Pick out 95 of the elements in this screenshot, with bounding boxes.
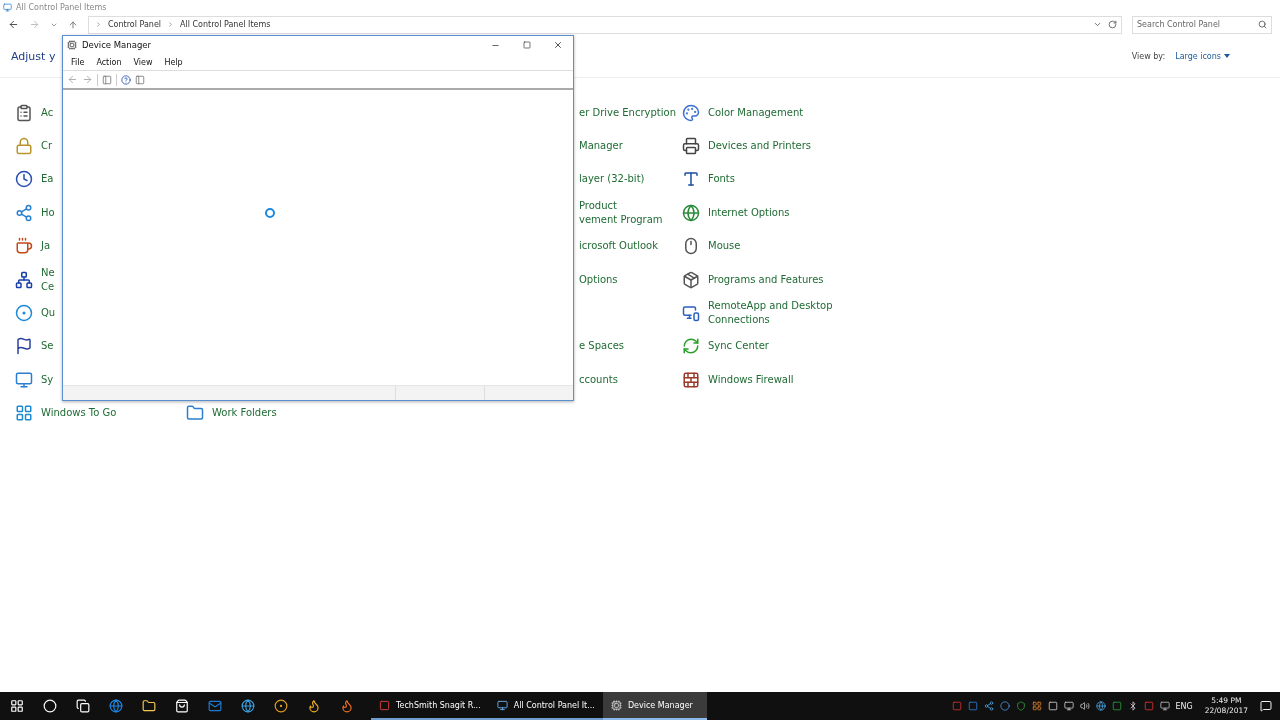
console-tree-button[interactable] <box>102 74 112 85</box>
breadcrumb-item[interactable]: Control Panel <box>108 20 162 29</box>
address-bar[interactable]: Control Panel All Control Panel Items <box>88 15 1122 34</box>
bag-icon <box>174 699 189 713</box>
control-panel-link[interactable]: Options <box>579 272 618 287</box>
control-panel-link[interactable]: Internet Options <box>708 205 790 220</box>
help-icon <box>121 74 131 85</box>
notification-icon[interactable] <box>1260 700 1272 712</box>
control-panel-link[interactable]: Programs and Features <box>708 272 824 287</box>
control-panel-link[interactable]: Se <box>41 339 54 354</box>
flag-icon <box>14 336 34 357</box>
control-panel-link[interactable]: Color Management <box>708 105 804 120</box>
control-panel-link[interactable]: Manager <box>579 139 623 154</box>
chevron-icon[interactable] <box>1093 20 1102 29</box>
window-title: Device Manager <box>82 40 152 50</box>
app-icon[interactable] <box>1143 701 1154 711</box>
globe-icon <box>681 202 701 223</box>
forward-icon <box>82 74 93 85</box>
up-icon[interactable] <box>68 19 78 30</box>
view-by-label: View by: <box>1131 51 1166 61</box>
view-by-dropdown[interactable]: Large icons <box>1175 51 1230 61</box>
caret-icon <box>1224 54 1230 58</box>
browser-icon <box>108 699 123 713</box>
control-panel-link[interactable]: Ea <box>41 172 54 187</box>
menu-item[interactable]: Action <box>90 57 128 67</box>
lock-icon <box>14 136 34 157</box>
action-pane-button[interactable] <box>135 74 145 85</box>
start-icon <box>9 699 24 713</box>
monitor-icon[interactable] <box>1159 701 1170 711</box>
globe-icon[interactable] <box>1095 701 1106 711</box>
menu-item[interactable]: Help <box>158 57 189 67</box>
palette-icon <box>681 102 701 123</box>
cup-icon <box>14 236 34 257</box>
window-title: All Control Panel Items <box>16 2 107 12</box>
globe-icon <box>240 699 255 713</box>
control-panel-link[interactable]: e Spaces <box>579 339 624 354</box>
task-view-icon <box>75 699 90 713</box>
bluetooth-icon[interactable] <box>1127 701 1138 711</box>
printer-icon <box>681 136 701 157</box>
taskbar-button[interactable]: TechSmith Snagit R... <box>371 692 489 720</box>
control-panel-link[interactable]: RemoteApp and Desktop Connections <box>708 299 833 328</box>
panel-icon <box>102 74 112 85</box>
close-icon <box>552 40 563 50</box>
help-button[interactable] <box>121 74 131 85</box>
speaker-icon[interactable] <box>1079 701 1090 711</box>
control-panel-link[interactable]: Fonts <box>708 172 735 187</box>
clipboard-icon <box>14 102 34 123</box>
control-panel-link[interactable]: Sync Center <box>708 339 769 354</box>
back-icon <box>67 74 78 85</box>
shield-icon[interactable] <box>1015 701 1026 711</box>
panel-icon <box>135 74 145 85</box>
taskbar-button[interactable]: Device Manager <box>602 692 707 720</box>
folder-icon <box>141 699 156 713</box>
chevron-icon <box>95 21 102 28</box>
search-icon <box>42 699 57 713</box>
ring-icon <box>14 303 34 324</box>
circle-icon[interactable] <box>999 701 1010 711</box>
language-indicator[interactable]: ENG <box>1175 701 1193 711</box>
control-panel-link[interactable]: Devices and Printers <box>708 139 812 154</box>
control-panel-link[interactable]: Ne Ce <box>41 265 55 294</box>
menu-item[interactable]: View <box>127 57 159 67</box>
breadcrumb-item[interactable]: All Control Panel Items <box>180 20 271 29</box>
maximize-icon <box>522 41 531 49</box>
menu-item[interactable]: File <box>65 57 91 67</box>
control-panel-link[interactable]: Ja <box>41 239 51 254</box>
remote-desktop-icon <box>681 303 701 324</box>
control-panel-link[interactable]: Ho <box>41 205 55 220</box>
chevron-icon <box>167 21 175 28</box>
control-panel-link[interactable]: Sy <box>41 372 54 387</box>
monitor-icon[interactable] <box>1063 701 1074 711</box>
network-icon <box>14 269 34 290</box>
control-panel-link[interactable]: Product vement Program <box>579 198 663 227</box>
control-panel-link[interactable]: layer (32-bit) <box>579 172 645 187</box>
nodes-icon <box>14 202 34 223</box>
control-panel-link[interactable]: Cr <box>41 139 53 154</box>
search-field[interactable]: Search Control Panel <box>1132 15 1272 34</box>
back-icon[interactable] <box>8 19 19 30</box>
clock-icon <box>14 169 34 190</box>
control-panel-link[interactable]: Ac <box>41 105 54 120</box>
box-icon <box>681 269 701 290</box>
network-icon[interactable] <box>983 701 994 711</box>
app-icon[interactable] <box>967 701 978 711</box>
page-heading: Adjust y <box>11 49 56 63</box>
search-icon <box>1258 20 1267 29</box>
control-panel-link[interactable]: icrosoft Outlook <box>579 239 658 254</box>
control-panel-link[interactable]: Qu <box>41 306 56 321</box>
control-panel-link[interactable]: Work Folders <box>212 406 277 421</box>
control-panel-link[interactable]: er Drive Encryption <box>579 105 676 120</box>
taskbar-button[interactable]: All Control Panel It... <box>488 692 603 720</box>
refresh-icon[interactable] <box>1108 20 1117 29</box>
control-panel-link[interactable]: ccounts <box>579 372 618 387</box>
mail-icon <box>207 699 222 713</box>
control-panel-link[interactable]: Windows Firewall <box>708 372 794 387</box>
control-panel-link[interactable]: Windows To Go <box>41 406 117 421</box>
control-panel-link[interactable]: Mouse <box>708 239 741 254</box>
